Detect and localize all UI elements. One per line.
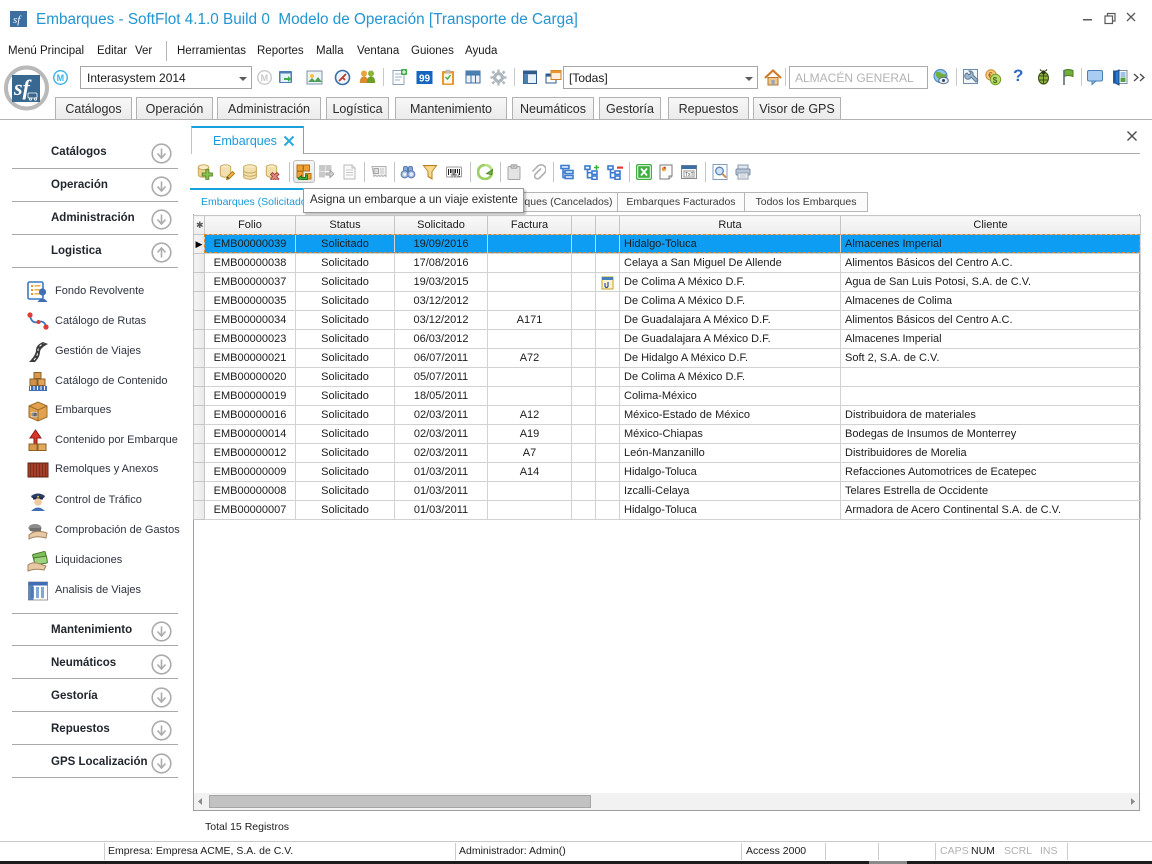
svg-text:$: $ [993, 76, 998, 85]
svg-text:TxT: TxT [685, 172, 694, 178]
svg-text:M: M [57, 73, 65, 83]
svg-text:INKL: INKL [451, 173, 462, 178]
svg-text:sf: sf [13, 75, 33, 100]
svg-text:M: M [261, 73, 269, 83]
svg-text:99: 99 [419, 74, 431, 85]
